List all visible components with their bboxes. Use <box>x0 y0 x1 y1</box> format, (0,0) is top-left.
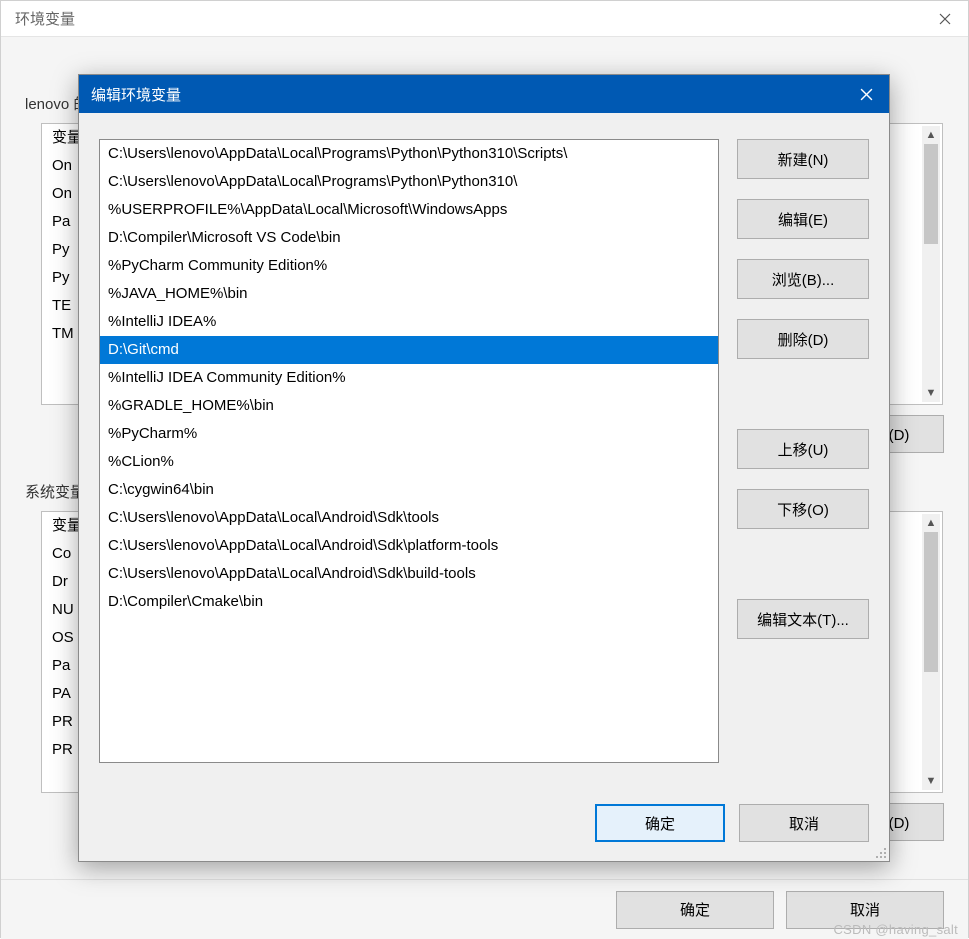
path-row[interactable]: C:\Users\lenovo\AppData\Local\Android\Sd… <box>100 532 718 560</box>
edit-text-button[interactable]: 编辑文本(T)... <box>737 599 869 639</box>
path-row[interactable]: %CLion% <box>100 448 718 476</box>
path-row[interactable]: C:\Users\lenovo\AppData\Local\Programs\P… <box>100 168 718 196</box>
modal-close-button[interactable] <box>843 75 889 113</box>
path-row[interactable]: %IntelliJ IDEA% <box>100 308 718 336</box>
path-row[interactable]: C:\Users\lenovo\AppData\Local\Android\Sd… <box>100 560 718 588</box>
edit-button[interactable]: 编辑(E) <box>737 199 869 239</box>
move-up-button[interactable]: 上移(U) <box>737 429 869 469</box>
path-row[interactable]: %GRADLE_HOME%\bin <box>100 392 718 420</box>
browse-button[interactable]: 浏览(B)... <box>737 259 869 299</box>
new-button[interactable]: 新建(N) <box>737 139 869 179</box>
path-row[interactable]: C:\cygwin64\bin <box>100 476 718 504</box>
user-vars-scrollbar[interactable]: ▲ ▼ <box>922 126 940 402</box>
parent-footer: 确定 取消 <box>1 879 968 939</box>
close-icon <box>939 13 951 25</box>
modal-body: C:\Users\lenovo\AppData\Local\Programs\P… <box>79 113 889 785</box>
edit-env-var-dialog: 编辑环境变量 C:\Users\lenovo\AppData\Local\Pro… <box>78 74 890 862</box>
modal-ok-button[interactable]: 确定 <box>595 804 725 842</box>
path-listbox[interactable]: C:\Users\lenovo\AppData\Local\Programs\P… <box>99 139 719 763</box>
parent-ok-button[interactable]: 确定 <box>616 891 774 929</box>
modal-cancel-button[interactable]: 取消 <box>739 804 869 842</box>
scroll-thumb[interactable] <box>924 532 938 672</box>
scroll-down-icon[interactable]: ▼ <box>922 772 940 790</box>
parent-titlebar: 环境变量 <box>1 1 968 37</box>
path-row[interactable]: %PyCharm Community Edition% <box>100 252 718 280</box>
path-row[interactable]: D:\Compiler\Microsoft VS Code\bin <box>100 224 718 252</box>
path-row[interactable]: C:\Users\lenovo\AppData\Local\Programs\P… <box>100 140 718 168</box>
modal-titlebar[interactable]: 编辑环境变量 <box>79 75 889 113</box>
path-row[interactable]: C:\Users\lenovo\AppData\Local\Android\Sd… <box>100 504 718 532</box>
close-icon <box>860 88 873 101</box>
scroll-down-icon[interactable]: ▼ <box>922 384 940 402</box>
path-row[interactable]: D:\Compiler\Cmake\bin <box>100 588 718 616</box>
path-row[interactable]: %USERPROFILE%\AppData\Local\Microsoft\Wi… <box>100 196 718 224</box>
parent-cancel-button[interactable]: 取消 <box>786 891 944 929</box>
parent-close-button[interactable] <box>922 1 968 36</box>
path-row[interactable]: D:\Git\cmd <box>100 336 718 364</box>
side-button-column: 新建(N) 编辑(E) 浏览(B)... 删除(D) 上移(U) 下移(O) 编… <box>737 139 869 639</box>
delete-button[interactable]: 删除(D) <box>737 319 869 359</box>
scroll-up-icon[interactable]: ▲ <box>922 126 940 144</box>
move-down-button[interactable]: 下移(O) <box>737 489 869 529</box>
system-vars-label: 系统变量 <box>25 481 85 502</box>
modal-footer: 确定 取消 <box>79 785 889 861</box>
scroll-up-icon[interactable]: ▲ <box>922 514 940 532</box>
path-row[interactable]: %IntelliJ IDEA Community Edition% <box>100 364 718 392</box>
scroll-thumb[interactable] <box>924 144 938 244</box>
parent-title: 环境变量 <box>15 8 75 29</box>
modal-title: 编辑环境变量 <box>91 84 181 105</box>
system-vars-scrollbar[interactable]: ▲ ▼ <box>922 514 940 790</box>
path-row[interactable]: %JAVA_HOME%\bin <box>100 280 718 308</box>
resize-grip-icon[interactable] <box>873 845 887 859</box>
path-row[interactable]: %PyCharm% <box>100 420 718 448</box>
